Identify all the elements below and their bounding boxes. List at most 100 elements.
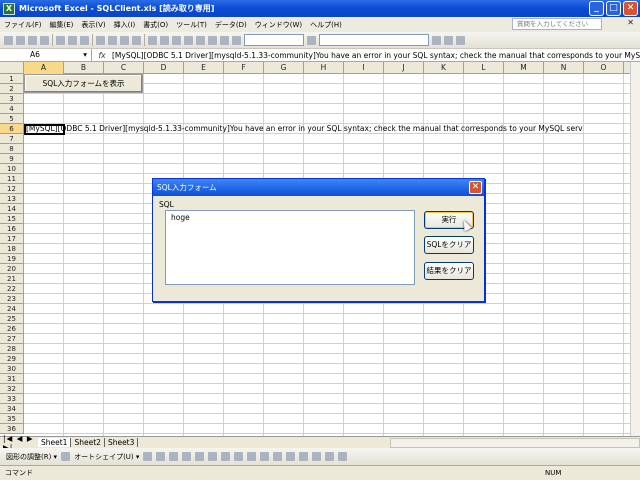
column-header-k[interactable]: K (424, 62, 464, 74)
menu-window[interactable]: ウィンドウ(W) (251, 20, 306, 30)
vba-icon[interactable] (232, 35, 241, 45)
vertical-scrollbar[interactable] (630, 62, 640, 436)
row-header-29[interactable]: 29 (0, 354, 24, 364)
chevron-down-icon[interactable]: ▾ (83, 49, 87, 61)
row-header-8[interactable]: 8 (0, 144, 24, 154)
zoom-combo[interactable] (244, 34, 304, 46)
clear-result-button[interactable]: 結果をクリア (424, 262, 474, 280)
row-header-25[interactable]: 25 (0, 314, 24, 324)
row-header-4[interactable]: 4 (0, 104, 24, 114)
row-header-24[interactable]: 24 (0, 304, 24, 314)
help-icon[interactable] (307, 35, 316, 45)
dialog-close-button[interactable]: ✕ (469, 181, 482, 194)
row-header-1[interactable]: 1 (0, 74, 24, 84)
row-header-16[interactable]: 16 (0, 224, 24, 234)
3d-icon[interactable] (338, 452, 348, 461)
row-header-17[interactable]: 17 (0, 234, 24, 244)
workbook-close-icon[interactable]: ✕ (627, 18, 634, 27)
tab-sheet3[interactable]: Sheet3 (105, 438, 139, 447)
row-header-13[interactable]: 13 (0, 194, 24, 204)
row-header-15[interactable]: 15 (0, 214, 24, 224)
column-header-m[interactable]: M (504, 62, 544, 74)
sql-textarea[interactable] (165, 210, 415, 285)
dash-style-icon[interactable] (299, 452, 309, 461)
column-header-n[interactable]: N (544, 62, 584, 74)
active-cell-cursor[interactable] (24, 124, 65, 135)
select-all-corner[interactable] (0, 62, 24, 74)
shadow-icon[interactable] (325, 452, 335, 461)
close-button[interactable]: ✕ (623, 1, 638, 16)
select-objects-icon[interactable] (61, 452, 71, 461)
column-header-e[interactable]: E (184, 62, 224, 74)
font-combo[interactable] (319, 34, 429, 46)
permission-icon[interactable] (40, 35, 49, 45)
menu-help[interactable]: ヘルプ(H) (306, 20, 346, 30)
font-color-icon[interactable] (273, 452, 283, 461)
open-icon[interactable] (16, 35, 25, 45)
fill-color-icon[interactable] (444, 35, 453, 45)
textbox-icon[interactable] (195, 452, 205, 461)
row-header-7[interactable]: 7 (0, 134, 24, 144)
cut-icon[interactable] (96, 35, 105, 45)
new-icon[interactable] (4, 35, 13, 45)
wordart-icon[interactable] (208, 452, 218, 461)
row-header-12[interactable]: 12 (0, 184, 24, 194)
show-sql-form-button[interactable]: SQL入力フォームを表示 (24, 74, 143, 93)
print-preview-icon[interactable] (68, 35, 77, 45)
column-header-g[interactable]: G (264, 62, 304, 74)
row-header-19[interactable]: 19 (0, 254, 24, 264)
oval-icon[interactable] (182, 452, 192, 461)
save-icon[interactable] (28, 35, 37, 45)
column-header-d[interactable]: D (144, 62, 184, 74)
row-header-5[interactable]: 5 (0, 114, 24, 124)
menu-tools[interactable]: ツール(T) (172, 20, 211, 30)
font-color-icon[interactable] (456, 35, 465, 45)
column-header-o[interactable]: O (584, 62, 624, 74)
arrow-style-icon[interactable] (312, 452, 322, 461)
paste-icon[interactable] (120, 35, 129, 45)
menu-data[interactable]: データ(D) (211, 20, 251, 30)
draw-adjust-menu[interactable]: 図形の調整(R) ▾ (6, 452, 57, 462)
line-color-icon[interactable] (260, 452, 270, 461)
arrow-icon[interactable] (156, 452, 166, 461)
row-header-9[interactable]: 9 (0, 154, 24, 164)
menu-view[interactable]: 表示(V) (77, 20, 109, 30)
column-header-j[interactable]: J (384, 62, 424, 74)
column-header-a[interactable]: A (24, 62, 64, 74)
row-header-34[interactable]: 34 (0, 404, 24, 414)
picture-icon[interactable] (234, 452, 244, 461)
row-header-22[interactable]: 22 (0, 284, 24, 294)
row-header-14[interactable]: 14 (0, 204, 24, 214)
row-header-36[interactable]: 36 (0, 424, 24, 434)
undo-icon[interactable] (148, 35, 157, 45)
line-icon[interactable] (143, 452, 153, 461)
copy-icon[interactable] (108, 35, 117, 45)
row-header-11[interactable]: 11 (0, 174, 24, 184)
menu-file[interactable]: ファイル(F) (0, 20, 46, 30)
column-header-c[interactable]: C (104, 62, 144, 74)
row-header-6[interactable]: 6 (0, 124, 24, 134)
tab-sheet1[interactable]: Sheet1 (38, 438, 72, 447)
clear-sql-button[interactable]: SQLをクリア (424, 236, 474, 254)
line-style-icon[interactable] (286, 452, 296, 461)
row-header-10[interactable]: 10 (0, 164, 24, 174)
row-header-32[interactable]: 32 (0, 384, 24, 394)
print-icon[interactable] (56, 35, 65, 45)
formula-input[interactable]: [MySQL][ODBC 5.1 Driver][mysqld-5.1.33-c… (112, 51, 640, 60)
column-header-h[interactable]: H (304, 62, 344, 74)
row-header-20[interactable]: 20 (0, 264, 24, 274)
column-header-f[interactable]: F (224, 62, 264, 74)
sort-ascending-icon[interactable] (196, 35, 205, 45)
hyperlink-icon[interactable] (172, 35, 181, 45)
row-header-3[interactable]: 3 (0, 94, 24, 104)
sort-descending-icon[interactable] (208, 35, 217, 45)
row-header-33[interactable]: 33 (0, 394, 24, 404)
redo-icon[interactable] (160, 35, 169, 45)
rectangle-icon[interactable] (169, 452, 179, 461)
menu-format[interactable]: 書式(O) (139, 20, 172, 30)
horizontal-scrollbar[interactable] (390, 437, 640, 448)
help-question-input[interactable]: 質問を入力してください (512, 18, 602, 30)
clipart-icon[interactable] (221, 452, 231, 461)
spelling-icon[interactable] (80, 35, 89, 45)
row-header-26[interactable]: 26 (0, 324, 24, 334)
